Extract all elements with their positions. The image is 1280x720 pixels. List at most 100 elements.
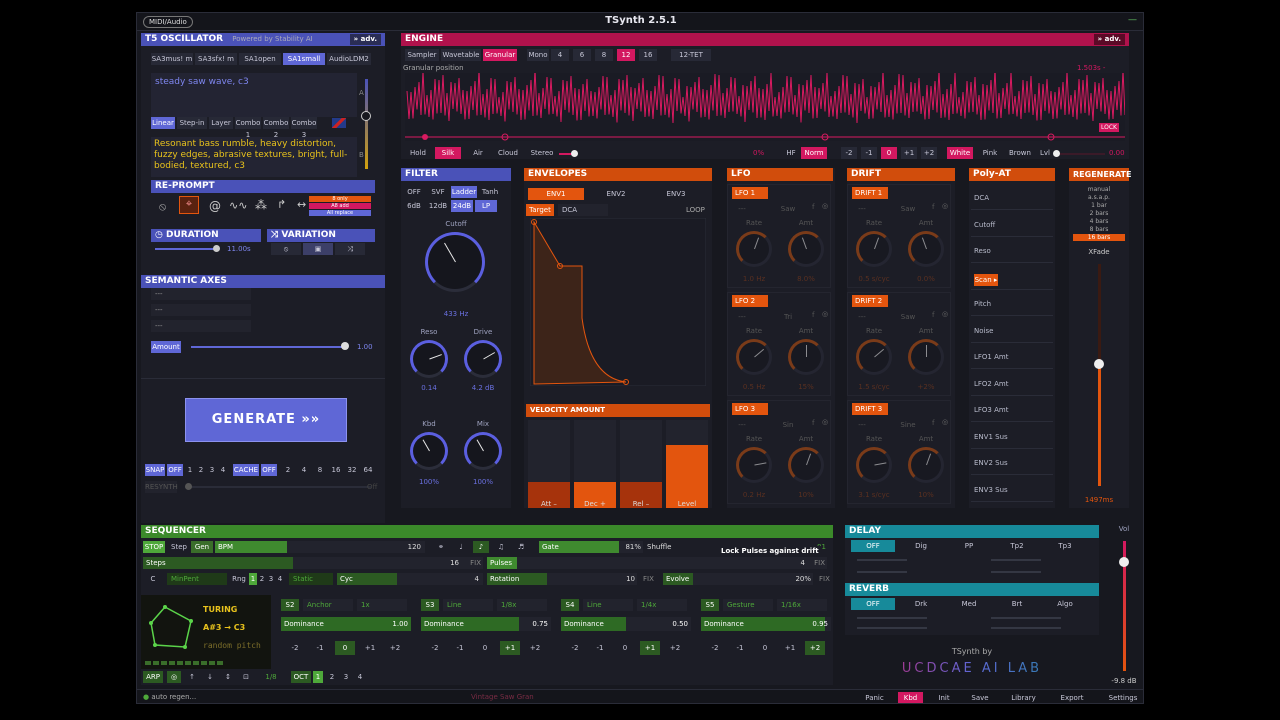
model-tab[interactable]: SA1open [239, 53, 281, 65]
key-select[interactable]: C [143, 573, 163, 585]
drift-rate-knob[interactable] [856, 339, 892, 375]
slot-octave[interactable]: +2 [665, 641, 685, 655]
crosshair-icon[interactable]: ⌖ [179, 196, 199, 214]
evolve-field[interactable]: Evolve 20% [663, 573, 813, 585]
reverb-tab[interactable]: Algo [1043, 598, 1087, 610]
slot-octave[interactable]: +1 [780, 641, 800, 655]
reso-knob[interactable] [410, 340, 448, 378]
f-icon[interactable]: f [932, 203, 934, 211]
slot-octave[interactable]: -1 [310, 641, 330, 655]
regen-option[interactable]: 1 bar [1073, 202, 1125, 209]
env-tab[interactable]: ENV2 [588, 188, 644, 200]
pulses-fix[interactable]: FIX [814, 559, 825, 567]
rotation-field[interactable]: Rotation 10 [487, 573, 637, 585]
sync-icon[interactable]: ◎ [942, 202, 948, 210]
voice-count[interactable]: 16 [639, 49, 657, 61]
f-icon[interactable]: f [812, 419, 814, 427]
tuning-select[interactable]: 12-TET [671, 49, 711, 61]
polyat-item[interactable]: DCA [971, 186, 1053, 210]
sync-icon[interactable]: ◎ [822, 310, 828, 318]
voice-count[interactable]: 8 [595, 49, 613, 61]
drift-select[interactable]: --- [852, 311, 872, 323]
octave-button[interactable]: -2 [841, 147, 857, 159]
semantic-axis-select[interactable]: --- [151, 288, 251, 300]
steps-field[interactable]: Steps 16 FIX [143, 557, 483, 569]
drift-amt-knob[interactable] [908, 447, 944, 483]
arrows-icon[interactable]: ↔ [297, 198, 306, 211]
sync-icon[interactable]: ◎ [942, 418, 948, 426]
delay-tab[interactable]: Dig [899, 540, 943, 552]
resynth-slider[interactable] [185, 486, 371, 488]
model-tab[interactable]: SA3sfx! m [195, 53, 237, 65]
delay-tab[interactable]: Tp3 [1043, 540, 1087, 552]
voice-count[interactable]: 12 [617, 49, 635, 61]
snap-option[interactable]: 2 [196, 464, 206, 476]
model-tab[interactable]: AudioLDM2 [327, 53, 371, 65]
filter-type[interactable]: Tanh [479, 186, 501, 198]
slot-octave[interactable]: +1 [500, 641, 520, 655]
xfade-slider-thumb[interactable] [1094, 358, 1104, 369]
regen-option[interactable]: 8 bars [1073, 226, 1125, 233]
slot-octave[interactable]: -2 [705, 641, 725, 655]
polyat-item[interactable]: Noise [971, 319, 1053, 343]
velocity-bar[interactable] [666, 445, 708, 508]
env-tab[interactable]: ENV1 [528, 188, 584, 200]
volume-slider-thumb[interactable] [1119, 557, 1129, 567]
env-tab[interactable]: ENV3 [648, 188, 704, 200]
slot-octave[interactable]: -2 [285, 641, 305, 655]
arp-mode[interactable]: ↓ [203, 671, 217, 683]
f-icon[interactable]: f [932, 419, 934, 427]
footer-button[interactable]: Save [965, 692, 995, 703]
mode-tab[interactable]: Combo 2 [263, 117, 289, 139]
lfo-amt-knob[interactable] [788, 447, 824, 483]
waveform-display[interactable] [405, 73, 1125, 141]
osc-adv-button[interactable]: » adv. [349, 34, 381, 45]
semantic-axis-select[interactable]: --- [151, 304, 251, 316]
mono-button[interactable]: Mono [527, 49, 549, 61]
stop-button[interactable]: STOP [143, 541, 165, 553]
step-button[interactable]: Step [169, 541, 189, 553]
regen-option[interactable]: 2 bars [1073, 210, 1125, 217]
lfo-rate-knob[interactable] [736, 231, 772, 267]
stereo-slider-thumb[interactable] [571, 150, 578, 157]
model-tab[interactable]: SA3mus! m [151, 53, 193, 65]
lfo-amt-knob[interactable] [788, 231, 824, 267]
slot-type-select[interactable]: Anchor [303, 599, 353, 611]
lfo-shape[interactable]: Sin [778, 419, 798, 431]
drift-shape[interactable]: Sine [898, 419, 918, 431]
arp-mode[interactable]: ⊡ [239, 671, 253, 683]
slot-division-select[interactable]: 1x [357, 599, 407, 611]
rng-option[interactable]: 3 [267, 573, 275, 585]
mix-knob[interactable] [464, 432, 502, 470]
lfo-select[interactable]: --- [732, 419, 752, 431]
slot-octave[interactable]: -1 [450, 641, 470, 655]
cache-off-button[interactable]: OFF [261, 464, 277, 476]
cyc-field[interactable]: Cyc 4 [337, 573, 483, 585]
slot-octave[interactable]: 0 [755, 641, 775, 655]
static-select[interactable]: Static [289, 573, 333, 585]
footer-button[interactable]: Export [1052, 692, 1092, 703]
steps-fix[interactable]: FIX [470, 559, 481, 567]
cache-option[interactable]: 64 [361, 464, 375, 476]
footer-button[interactable]: Kbd [898, 692, 923, 703]
uk-flag-icon[interactable] [332, 118, 346, 128]
note-division[interactable]: ♫ [493, 541, 509, 553]
slot-octave[interactable]: -1 [590, 641, 610, 655]
rotation-fix[interactable]: FIX [643, 575, 654, 583]
xfade-slider[interactable] [1098, 264, 1101, 486]
reverb-tab[interactable]: Drk [899, 598, 943, 610]
drift-shape[interactable]: Saw [898, 203, 918, 215]
reverb-tab[interactable]: Med [947, 598, 991, 610]
lfo-amt-knob[interactable] [788, 339, 824, 375]
lfo-shape[interactable]: Saw [778, 203, 798, 215]
amount-slider-thumb[interactable] [341, 342, 349, 350]
slot-octave[interactable]: +2 [805, 641, 825, 655]
pulses-field[interactable]: Pulses 4 FIX [487, 557, 827, 569]
noise-type[interactable]: Brown [1007, 147, 1033, 159]
variation-lock-button[interactable]: ▣ [303, 243, 333, 255]
lock-button[interactable]: LOCK [1099, 123, 1119, 132]
footer-button[interactable]: Library [1001, 692, 1046, 703]
filter-type[interactable]: SVF [427, 186, 449, 198]
slot-octave[interactable]: 0 [615, 641, 635, 655]
f-icon[interactable]: f [812, 203, 814, 211]
